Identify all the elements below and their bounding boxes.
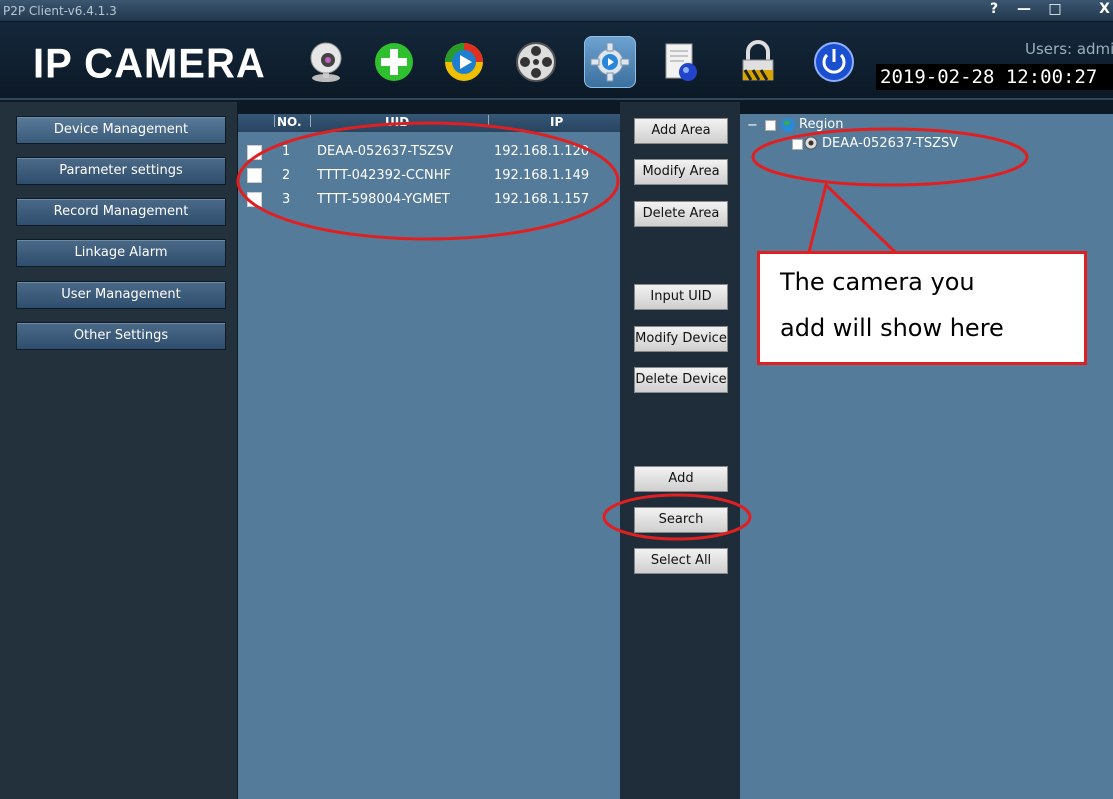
modify-area-button[interactable]: Modify Area bbox=[634, 159, 728, 185]
row-uid: DEAA-052637-TSZSV bbox=[317, 144, 454, 159]
webcam-icon bbox=[310, 42, 342, 82]
playback-icon bbox=[445, 43, 483, 81]
select-all-button[interactable]: Select All bbox=[634, 548, 728, 574]
tree-root-checkbox[interactable] bbox=[765, 120, 776, 131]
globe-icon bbox=[781, 118, 795, 132]
row-uid: TTTT-598004-YGMET bbox=[317, 192, 450, 207]
delete-device-button[interactable]: Delete Device bbox=[634, 367, 728, 393]
power-button[interactable] bbox=[808, 36, 860, 88]
input-uid-button[interactable]: Input UID bbox=[634, 284, 728, 310]
row-checkbox[interactable] bbox=[247, 145, 262, 160]
sidebar-item-parameter-settings[interactable]: Parameter settings bbox=[16, 157, 226, 185]
area-tree-panel: − Region DEAA-052637-TSZSV bbox=[740, 114, 1113, 799]
annotation-line-1: The camera you bbox=[780, 268, 975, 296]
playback-button[interactable] bbox=[438, 36, 490, 88]
current-user-label: Users: admi bbox=[1025, 40, 1113, 58]
lock-button[interactable] bbox=[732, 36, 784, 88]
minimize-button[interactable]: — bbox=[1012, 1, 1036, 21]
table-row[interactable]: 2 TTTT-042392-CCNHF 192.168.1.149 bbox=[238, 165, 620, 187]
device-list-header: NO. UID IP bbox=[238, 114, 620, 132]
row-number: 3 bbox=[282, 192, 291, 207]
row-ip: 192.168.1.149 bbox=[494, 168, 590, 183]
clock-display: 2019-02-28 12:00:27 bbox=[876, 64, 1113, 90]
tree-device-checkbox[interactable] bbox=[792, 139, 803, 150]
add-button[interactable]: Add bbox=[634, 466, 728, 492]
action-column: Add Area Modify Area Delete Area Input U… bbox=[620, 102, 740, 799]
row-ip: 192.168.1.157 bbox=[494, 192, 590, 207]
title-bar: P2P Client-v6.4.1.3 ? — □ X bbox=[0, 0, 1113, 22]
tree-root-label: Region bbox=[799, 117, 844, 132]
settings-button[interactable] bbox=[584, 36, 636, 88]
row-ip: 192.168.1.120 bbox=[494, 144, 590, 159]
sidebar-item-device-management[interactable]: Device Management bbox=[16, 116, 226, 144]
annotation-callout: The camera you add will show here bbox=[757, 251, 1087, 365]
row-number: 2 bbox=[282, 168, 291, 183]
row-uid: TTTT-042392-CCNHF bbox=[317, 168, 452, 183]
close-button[interactable]: X bbox=[1096, 1, 1113, 21]
lock-icon bbox=[742, 40, 774, 81]
column-separator bbox=[488, 115, 489, 127]
modify-device-button[interactable]: Modify Device bbox=[634, 326, 728, 352]
sidebar-item-other-settings[interactable]: Other Settings bbox=[16, 322, 226, 350]
column-separator bbox=[274, 115, 275, 127]
search-button[interactable]: Search bbox=[634, 507, 728, 533]
tree-device-label: DEAA-052637-TSZSV bbox=[822, 136, 959, 151]
annotation-line-2: add will show here bbox=[780, 314, 1004, 342]
add-area-button[interactable]: Add Area bbox=[634, 118, 728, 144]
camera-node-icon bbox=[804, 136, 818, 150]
add-plus-icon bbox=[375, 43, 413, 81]
log-button[interactable] bbox=[656, 36, 708, 88]
power-icon bbox=[814, 42, 854, 82]
sidebar-item-record-management[interactable]: Record Management bbox=[16, 198, 226, 226]
film-reel-icon bbox=[516, 42, 556, 82]
table-row[interactable]: 1 DEAA-052637-TSZSV 192.168.1.120 bbox=[238, 141, 620, 163]
sidebar-item-user-management[interactable]: User Management bbox=[16, 281, 226, 309]
column-header-no[interactable]: NO. bbox=[277, 115, 302, 129]
column-separator bbox=[310, 115, 311, 127]
row-number: 1 bbox=[282, 144, 291, 159]
add-device-button[interactable] bbox=[368, 36, 420, 88]
window-title: P2P Client-v6.4.1.3 bbox=[3, 4, 117, 18]
app-header: IP CAMERA Users: admi 2019-02-28 12:00:2… bbox=[0, 22, 1113, 100]
record-button[interactable] bbox=[510, 36, 562, 88]
camera-view-button[interactable] bbox=[300, 36, 352, 88]
row-checkbox[interactable] bbox=[247, 168, 262, 183]
tree-device-item[interactable]: DEAA-052637-TSZSV bbox=[792, 136, 959, 151]
delete-area-button[interactable]: Delete Area bbox=[634, 201, 728, 227]
log-document-icon bbox=[665, 43, 697, 81]
tree-root[interactable]: − Region bbox=[747, 117, 844, 133]
settings-gear-icon bbox=[590, 42, 630, 82]
sidebar: Device Management Parameter settings Rec… bbox=[0, 102, 238, 799]
help-button[interactable]: ? bbox=[984, 1, 1004, 21]
column-header-uid[interactable]: UID bbox=[385, 115, 409, 129]
maximize-button[interactable]: □ bbox=[1042, 1, 1068, 21]
column-header-ip[interactable]: IP bbox=[550, 115, 563, 129]
device-list-panel: NO. UID IP 1 DEAA-052637-TSZSV 192.168.1… bbox=[238, 114, 620, 799]
table-row[interactable]: 3 TTTT-598004-YGMET 192.168.1.157 bbox=[238, 189, 620, 211]
sidebar-item-linkage-alarm[interactable]: Linkage Alarm bbox=[16, 239, 226, 267]
app-logo: IP CAMERA bbox=[33, 40, 266, 88]
row-checkbox[interactable] bbox=[247, 192, 262, 207]
collapse-toggle[interactable]: − bbox=[747, 118, 758, 133]
